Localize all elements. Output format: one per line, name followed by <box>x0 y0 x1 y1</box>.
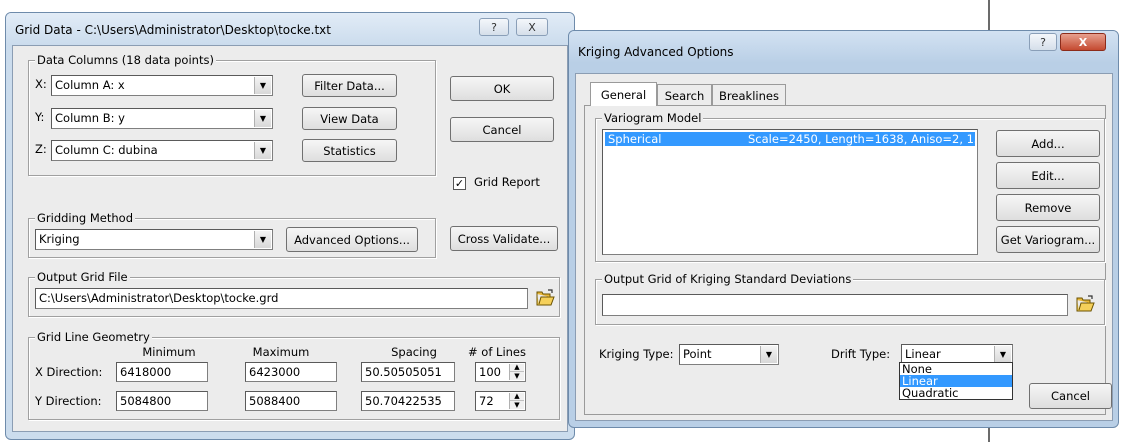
help-button[interactable]: ? <box>1029 33 1057 51</box>
chevron-down-icon[interactable]: ▼ <box>994 346 1011 363</box>
z-column-label: Z: <box>35 142 47 156</box>
kriging-titlebar[interactable]: Kriging Advanced Options ? X <box>569 31 1118 63</box>
close-button[interactable]: X <box>516 18 548 36</box>
y-direction-label: Y Direction: <box>35 394 102 408</box>
gridding-method-value: Kriging <box>39 232 80 246</box>
grid-data-client: Data Columns (18 data points) X: Column … <box>12 45 568 432</box>
y-spacing-field[interactable]: 50.70422535 <box>361 391 455 411</box>
y-column-value: Column B: y <box>55 111 125 125</box>
z-column-value: Column C: dubina <box>55 143 158 157</box>
kriging-title: Kriging Advanced Options <box>578 45 734 59</box>
advanced-options-button[interactable]: Advanced Options... <box>286 227 418 252</box>
chevron-down-icon[interactable]: ▼ <box>254 142 271 159</box>
filter-data-button[interactable]: Filter Data... <box>302 74 397 97</box>
edit-variogram-button[interactable]: Edit... <box>996 162 1100 189</box>
tab-search[interactable]: Search <box>657 84 712 106</box>
grid-data-titlebar[interactable]: Grid Data - C:\Users\Administrator\Deskt… <box>6 13 574 45</box>
x-column-value: Column A: x <box>55 78 125 92</box>
remove-variogram-button[interactable]: Remove <box>996 194 1100 221</box>
x-column-select[interactable]: Column A: x ▼ <box>51 75 273 96</box>
x-min-field[interactable]: 6418000 <box>116 362 208 382</box>
close-button[interactable]: X <box>1060 33 1106 51</box>
kriging-client: General Search Breaklines Variogram Mode… <box>575 73 1113 421</box>
kriging-cancel-button[interactable]: Cancel <box>1029 383 1112 409</box>
output-grid-group: Output Grid File C:\Users\Administrator\… <box>28 270 560 317</box>
kriging-type-value: Point <box>683 347 712 361</box>
list-item[interactable]: Spherical Scale=2450, Length=1638, Aniso… <box>605 132 978 146</box>
x-column-label: X: <box>35 77 47 91</box>
gridding-method-select[interactable]: Kriging ▼ <box>35 229 273 250</box>
col-lines-header: # of Lines <box>468 345 526 359</box>
z-column-select[interactable]: Column C: dubina ▼ <box>51 140 273 161</box>
y-lines-field[interactable]: 72 ▲ ▼ <box>475 391 526 411</box>
x-max-field[interactable]: 6423000 <box>245 362 337 382</box>
help-button[interactable]: ? <box>479 18 509 36</box>
y-lines-spinner[interactable]: ▲ ▼ <box>509 392 524 409</box>
x-lines-value: 100 <box>479 365 501 379</box>
kriging-dialog: Kriging Advanced Options ? X General Sea… <box>568 30 1119 428</box>
data-columns-group: Data Columns (18 data points) X: Column … <box>28 53 436 176</box>
variogram-item-params: Scale=2450, Length=1638, Aniso=2, 13 <box>748 132 978 146</box>
variogram-group: Variogram Model Spherical Scale=2450, Le… <box>595 111 1105 262</box>
add-variogram-button[interactable]: Add... <box>996 130 1100 157</box>
spin-down-icon[interactable]: ▼ <box>510 401 524 409</box>
drift-option-quadratic[interactable]: Quadratic <box>900 387 1012 399</box>
variogram-title: Variogram Model <box>602 111 704 125</box>
output-grid-title: Output Grid File <box>35 270 130 284</box>
output-std-group: Output Grid of Kriging Standard Deviatio… <box>595 272 1105 325</box>
kriging-type-label: Kriging Type: <box>599 347 674 361</box>
output-std-field[interactable] <box>602 294 1068 316</box>
x-direction-label: X Direction: <box>35 365 103 379</box>
view-data-button[interactable]: View Data <box>302 107 397 130</box>
col-spacing-header: Spacing <box>391 345 437 359</box>
col-maximum-header: Maximum <box>252 345 310 359</box>
y-min-field[interactable]: 5084800 <box>116 391 208 411</box>
chevron-down-icon[interactable]: ▼ <box>254 77 271 94</box>
spin-down-icon[interactable]: ▼ <box>510 372 524 380</box>
x-lines-spinner[interactable]: ▲ ▼ <box>509 363 524 380</box>
grid-report-checkbox[interactable]: ✓ <box>453 177 466 190</box>
y-max-field[interactable]: 5088400 <box>245 391 337 411</box>
y-lines-value: 72 <box>479 394 494 408</box>
drift-type-value: Linear <box>905 347 941 361</box>
output-std-title: Output Grid of Kriging Standard Deviatio… <box>602 272 854 286</box>
tab-breaklines[interactable]: Breaklines <box>712 84 786 106</box>
output-grid-field[interactable]: C:\Users\Administrator\Desktop\tocke.grd <box>35 288 528 309</box>
y-column-label: Y: <box>35 110 45 124</box>
kriging-type-select[interactable]: Point ▼ <box>679 344 779 365</box>
cross-validate-button[interactable]: Cross Validate... <box>450 226 558 251</box>
tab-page: Variogram Model Spherical Scale=2450, Le… <box>584 105 1106 415</box>
chevron-down-icon[interactable]: ▼ <box>254 110 271 127</box>
ok-button[interactable]: OK <box>450 76 554 101</box>
grid-geometry-group: Grid Line Geometry Minimum Maximum Spaci… <box>28 330 560 420</box>
gridding-method-group: Gridding Method Kriging ▼ Advanced Optio… <box>28 211 436 258</box>
chevron-down-icon[interactable]: ▼ <box>254 231 271 248</box>
col-minimum-header: Minimum <box>142 345 196 359</box>
statistics-button[interactable]: Statistics <box>302 139 397 162</box>
x-spacing-field[interactable]: 50.50505051 <box>361 362 455 382</box>
grid-data-title: Grid Data - C:\Users\Administrator\Deskt… <box>15 23 331 37</box>
variogram-item-name: Spherical <box>608 132 662 146</box>
open-folder-icon[interactable] <box>535 288 555 308</box>
tab-general[interactable]: General <box>590 82 657 106</box>
data-columns-title: Data Columns (18 data points) <box>35 53 216 67</box>
y-column-select[interactable]: Column B: y ▼ <box>51 108 273 129</box>
grid-data-dialog: Grid Data - C:\Users\Administrator\Deskt… <box>5 12 575 440</box>
gridding-method-title: Gridding Method <box>35 211 136 225</box>
grid-geometry-title: Grid Line Geometry <box>35 330 152 344</box>
chevron-down-icon[interactable]: ▼ <box>760 346 777 363</box>
cancel-button[interactable]: Cancel <box>450 117 554 142</box>
grid-report-label: Grid Report <box>474 175 540 189</box>
drift-type-label: Drift Type: <box>831 347 891 361</box>
x-lines-field[interactable]: 100 ▲ ▼ <box>475 362 526 382</box>
drift-type-dropdown: None Linear Quadratic <box>899 362 1013 400</box>
variogram-list[interactable]: Spherical Scale=2450, Length=1638, Aniso… <box>602 129 978 255</box>
get-variogram-button[interactable]: Get Variogram... <box>996 226 1100 253</box>
open-folder-icon[interactable] <box>1075 294 1095 314</box>
